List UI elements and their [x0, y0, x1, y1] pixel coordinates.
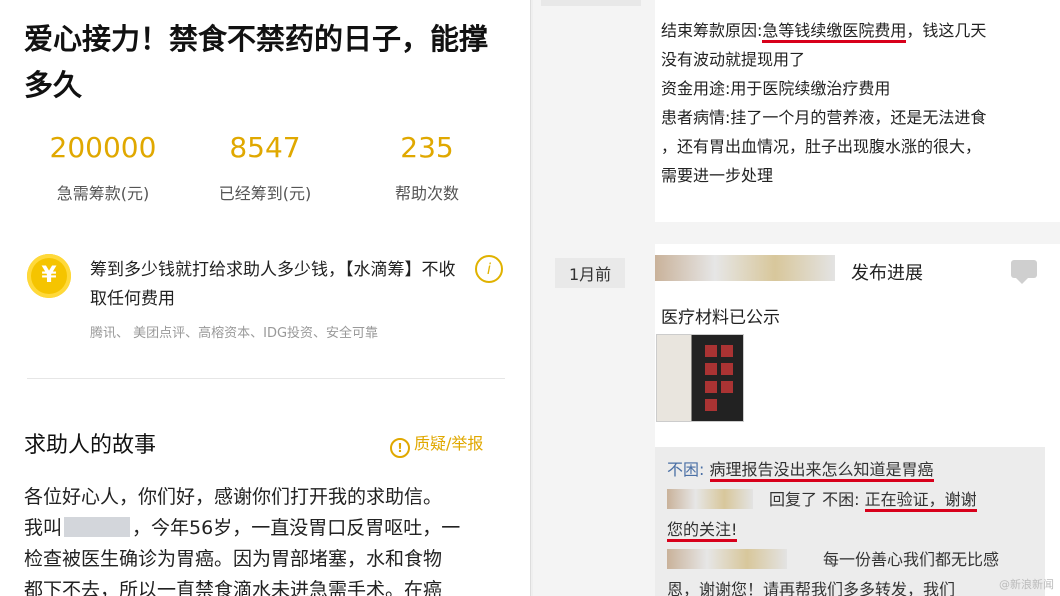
reply-text: 您的关注!	[667, 520, 738, 542]
story-line-part: 我叫	[24, 517, 63, 539]
publish-label: 发布进展	[851, 263, 923, 284]
stat-value: 235	[400, 131, 454, 164]
fundraiser-page: 爱心接力！禁食不禁药的日子，能撑多久 200000 急需筹款(元) 8547 已…	[0, 0, 531, 596]
blurred-username	[655, 255, 835, 281]
info-icon[interactable]: i	[475, 255, 503, 283]
condition-line: 患者病情:挂了一个月的营养液，还是无法进食	[661, 108, 987, 127]
reply-3: 每一份善心我们都无比感	[823, 550, 1000, 569]
page-title: 爱心接力！禁食不禁药的日子，能撑多久	[24, 22, 489, 102]
reply-text: 正在验证，谢谢	[864, 490, 977, 512]
blurred-username	[667, 549, 787, 569]
reply-author[interactable]: 不困:	[667, 460, 704, 479]
story-line-part: ，今年56岁，一直没胃口反胃呕吐，一	[132, 517, 461, 539]
reason-line: 结束筹款原因:急等钱续缴医院费用，钱这几天	[661, 16, 1041, 45]
reason-line: 没有波动就提现用了	[661, 50, 806, 69]
time-ago-badge: 1月前	[555, 258, 626, 288]
reply-meta: 回复了 不困:	[769, 490, 860, 509]
reason-highlight: 急等钱续缴医院费用	[762, 21, 907, 43]
redacted-name	[64, 517, 131, 537]
reason-suffix: ，钱这几天	[906, 21, 987, 40]
warning-icon: !	[390, 438, 410, 458]
stat-label: 已经筹到(元)	[218, 184, 312, 203]
reason-text: 结束筹款原因:急等钱续缴医院费用，钱这几天 没有波动就提现用了 资金用途:用于医…	[661, 16, 1041, 190]
reply-text: 恩，谢谢您！请再帮我们多多转发，	[667, 580, 924, 596]
medical-image-thumbnail[interactable]	[656, 334, 744, 422]
medical-title: 医疗材料已公示	[661, 308, 780, 328]
story-title: 求助人的故事	[24, 433, 157, 458]
watermark: @新浪新闻	[999, 578, 1054, 591]
stat-label: 帮助次数	[394, 184, 459, 203]
report-link[interactable]: ! 质疑/举报	[390, 430, 483, 458]
card-edge	[541, 0, 641, 6]
blurred-username	[667, 489, 753, 509]
stat-value: 8547	[229, 131, 301, 164]
stat-raised: 8547 已经筹到(元)	[190, 130, 340, 204]
fee-info-text: 筹到多少钱就打给求助人多少钱，【水滴筹】不收取任何费用	[90, 260, 456, 309]
coin-icon: ¥	[27, 254, 71, 298]
reply-2: 回复了 不困: 正在验证，谢谢	[769, 485, 977, 515]
reply-2-cont: 您的关注!	[667, 515, 738, 545]
story-line: 我叫 ，今年56岁，一直没胃口反胃呕吐，一	[24, 513, 516, 544]
divider	[27, 378, 505, 379]
reply-text: 病理报告没出来怎么知道是胃癌	[709, 460, 934, 482]
story-text: 各位好心人，你们好，感谢你们打开我的求助信。 我叫 ，今年56岁，一直没胃口反胃呕…	[24, 482, 516, 596]
story-line: 都下不去，所以一直禁食滴水未进急需手术。在癌	[24, 579, 443, 596]
story-line: 检查被医生确诊为胃癌。因为胃部堵塞，水和食物	[24, 548, 443, 570]
reply-1: 不困: 病理报告没出来怎么知道是胃癌	[667, 455, 934, 485]
progress-feed: 结束筹款原因:急等钱续缴医院费用，钱这几天 没有波动就提现用了 资金用途:用于医…	[533, 0, 1060, 596]
report-label: 质疑/举报	[414, 434, 484, 453]
usage-line: 资金用途:用于医院续缴治疗费用	[661, 79, 891, 98]
reason-prefix: 结束筹款原因:	[661, 21, 763, 40]
partners-text: 腾讯、 美团点评、高榕资本、IDG投资、安全可靠	[90, 326, 379, 341]
reply-3-cont: 恩，谢谢您！请再帮我们多多转发，我们	[667, 575, 955, 596]
story-line: 各位好心人，你们好，感谢你们打开我的求助信。	[24, 486, 443, 508]
condition-line: ，还有胃出血情况，肚子出现腹水涨的很大，	[661, 137, 982, 156]
stat-label: 急需筹款(元)	[56, 184, 150, 203]
stat-value: 200000	[49, 131, 157, 164]
reply-text: 我们	[923, 580, 956, 596]
stat-help-count: 235 帮助次数	[352, 130, 502, 204]
condition-line: 需要进一步处理	[661, 166, 774, 185]
stat-goal: 200000 急需筹款(元)	[28, 130, 178, 204]
comment-icon[interactable]	[1011, 260, 1037, 284]
